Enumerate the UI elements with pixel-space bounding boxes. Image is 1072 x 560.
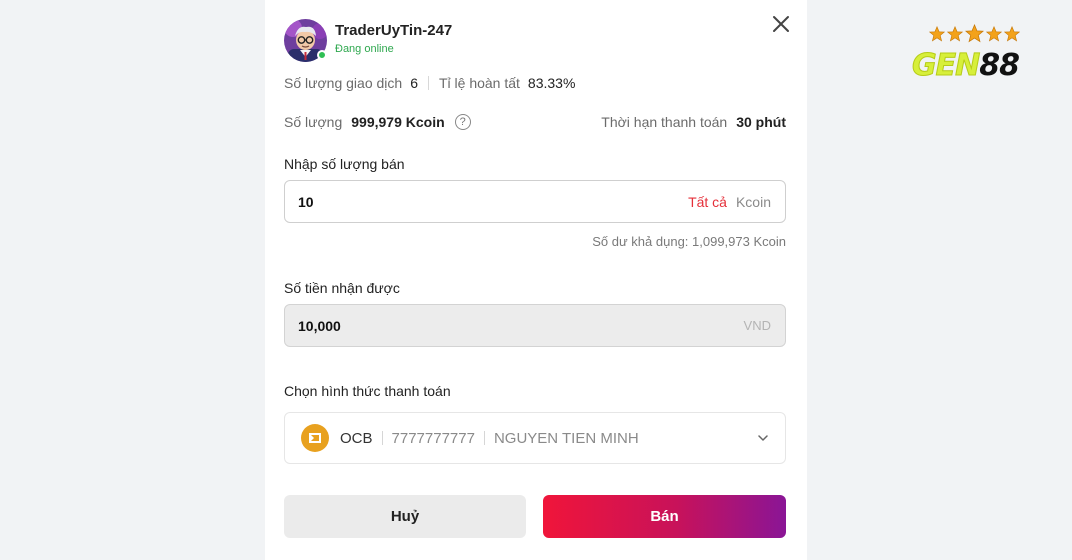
- online-indicator: [317, 50, 327, 60]
- star-icon: [929, 26, 945, 42]
- trader-name: TraderUyTin-247: [335, 22, 453, 39]
- chevron-down-icon[interactable]: [756, 431, 770, 445]
- offer-info: Số lượng 999,979 Kcoin ? Thời hạn thanh …: [284, 112, 786, 132]
- receive-amount-value: 10,000: [298, 317, 341, 334]
- deadline: Thời hạn thanh toán 30 phút: [601, 114, 786, 130]
- online-status: Đang online: [335, 43, 394, 55]
- sell-button[interactable]: Bán: [543, 495, 786, 538]
- brand-wordmark: GEN88: [911, 48, 1020, 84]
- star-icon: [965, 24, 984, 43]
- star-icon: [947, 26, 963, 42]
- completion-value: 83.33%: [527, 75, 576, 91]
- deadline-label: Thời hạn thanh toán: [601, 114, 728, 130]
- trades-label: Số lượng giao dịch: [284, 75, 403, 91]
- divider: [427, 76, 429, 90]
- sell-dialog: TraderUyTin-247 Đang online Số lượng gia…: [265, 0, 807, 560]
- divider: [483, 431, 485, 445]
- help-icon[interactable]: ?: [454, 114, 471, 130]
- bank-name: OCB: [340, 429, 373, 447]
- ocb-bank-icon: [301, 424, 329, 452]
- receive-amount-label: Số tiền nhận được: [284, 280, 400, 296]
- brand-wordmark-gen: GEN: [911, 48, 980, 84]
- rating-stars: [929, 24, 1020, 43]
- sell-all-link[interactable]: Tất cả: [688, 194, 727, 210]
- cancel-button[interactable]: Huỷ: [284, 495, 526, 538]
- deadline-value: 30 phút: [736, 114, 786, 130]
- trader-stats: Số lượng giao dịch 6 Tỉ lệ hoàn tất 83.3…: [284, 74, 575, 92]
- avatar: [284, 19, 327, 62]
- quantity-value: 999,979 Kcoin: [351, 114, 445, 130]
- sell-amount-input[interactable]: 10 Tất cả Kcoin: [284, 180, 786, 223]
- payment-method-label: Chọn hình thức thanh toán: [284, 383, 451, 399]
- quantity-label: Số lượng: [284, 114, 343, 130]
- trades-value: 6: [410, 75, 418, 91]
- account-number: 7777777777: [391, 429, 475, 447]
- close-icon[interactable]: [770, 13, 792, 35]
- page-background: TraderUyTin-247 Đang online Số lượng gia…: [0, 0, 1072, 560]
- receive-amount-unit: VND: [743, 318, 771, 333]
- star-icon: [1004, 26, 1020, 42]
- sell-amount-unit: Kcoin: [735, 193, 771, 210]
- available-balance: Số dư khả dụng: 1,099,973 Kcoin: [592, 234, 786, 249]
- brand-wordmark-88: 88: [979, 48, 1020, 83]
- brand-logo: GEN88: [910, 24, 1050, 90]
- sell-amount-value[interactable]: 10: [298, 194, 314, 210]
- account-name: NGUYEN TIEN MINH: [493, 429, 639, 447]
- divider: [381, 431, 383, 445]
- completion-label: Tỉ lệ hoàn tất: [438, 75, 520, 91]
- star-icon: [986, 26, 1002, 42]
- receive-amount-field: 10,000 VND: [284, 304, 786, 347]
- sell-amount-label: Nhập số lượng bán: [284, 156, 405, 172]
- payment-method-select[interactable]: OCB 7777777777 NGUYEN TIEN MINH: [284, 412, 786, 464]
